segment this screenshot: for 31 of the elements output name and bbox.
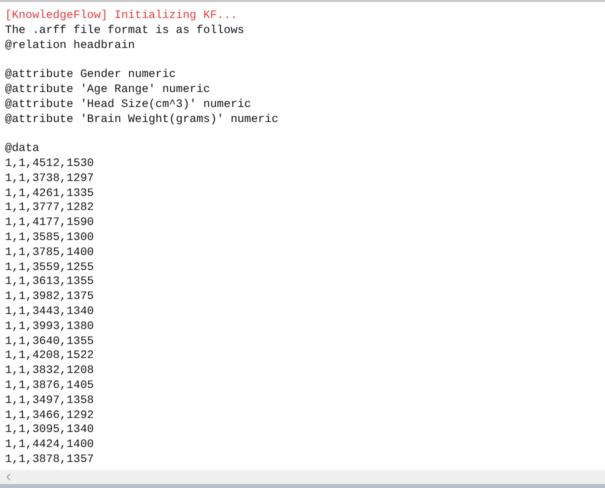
log-line: 1,1,3785,1400 — [5, 246, 94, 261]
log-line: 1,1,3982,1375 — [5, 290, 94, 305]
log-line: 1,1,4512,1530 — [5, 156, 94, 172]
log-line: 1,1,3497,1358 — [5, 394, 94, 409]
log-line: 1,1,4177,1590 — [5, 216, 94, 231]
log-line: 1,1,3466,1292 — [5, 408, 94, 424]
log-line: 1,1,4261,1335 — [5, 186, 94, 202]
log-line: 1,1,3832,1208 — [5, 364, 94, 379]
log-line: 1,1,3993,1380 — [5, 320, 94, 335]
log-line: @attribute 'Age Range' numeric — [5, 82, 210, 98]
log-line: 1,1,3876,1405 — [5, 378, 94, 394]
log-line: 1,1,3585,1300 — [5, 230, 94, 246]
scroll-left-icon[interactable] — [5, 473, 11, 481]
log-error-line: [KnowledgeFlow] Initializing KF... — [5, 9, 238, 24]
log-line: 1,1,3613,1355 — [5, 275, 94, 290]
log-line: 1,1,3777,1282 — [5, 201, 94, 216]
log-line: 1,1,4424,1400 — [5, 438, 94, 453]
horizontal-scrollbar[interactable] — [0, 470, 605, 484]
log-line: 1,1,3443,1340 — [5, 304, 94, 320]
log-line: 1,1,3640,1355 — [5, 334, 94, 350]
log-line: @attribute Gender numeric — [5, 68, 176, 83]
log-line: @attribute 'Brain Weight(grams)' numeric — [5, 112, 278, 128]
log-line: 1,1,3878,1357 — [5, 452, 94, 468]
log-line: 1,1,3095,1340 — [5, 423, 94, 438]
log-line: The .arff file format is as follows — [5, 24, 244, 39]
log-line: @attribute 'Head Size(cm^3)' numeric — [5, 98, 252, 113]
log-line: 1,1,3738,1297 — [5, 172, 94, 187]
log-line: 1,1,3559,1255 — [5, 260, 94, 276]
log-line: @data — [5, 142, 40, 157]
log-line: @relation headbrain — [5, 38, 135, 54]
log-line: 1,1,4208,1522 — [5, 349, 94, 364]
